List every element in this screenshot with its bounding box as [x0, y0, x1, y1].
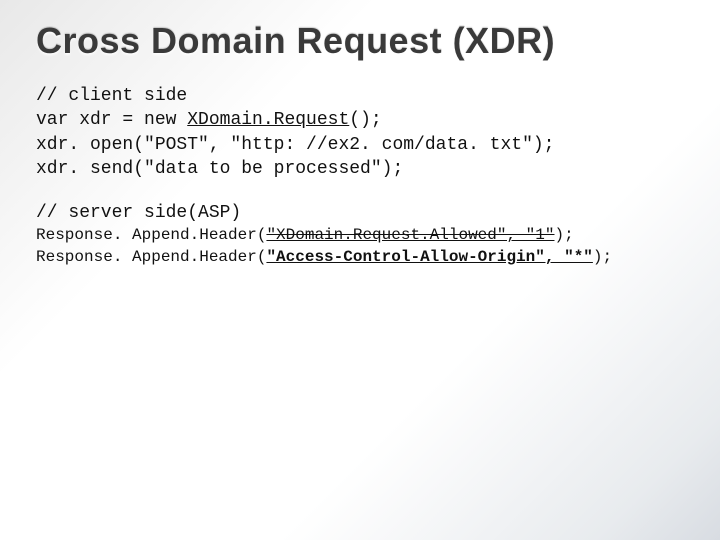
server-line-1a: Response. Append.Header( — [36, 226, 266, 244]
server-line-1c: ); — [554, 226, 573, 244]
server-code-block: Response. Append.Header("XDomain.Request… — [36, 225, 684, 268]
client-code-block: // client side var xdr = new XDomain.Req… — [36, 84, 684, 181]
server-heading: // server side(ASP) — [36, 203, 684, 223]
client-line-2a: var xdr = new — [36, 110, 187, 130]
server-line-2b: "Access-Control-Allow-Origin", "*" — [266, 248, 592, 266]
client-line-3: xdr. open("POST", "http: //ex2. com/data… — [36, 135, 554, 155]
client-line-2c: (); — [349, 110, 381, 130]
server-line-1b: "XDomain.Request.Allowed", "1" — [266, 226, 554, 244]
client-line-4: xdr. send("data to be processed"); — [36, 159, 403, 179]
client-line-1: // client side — [36, 86, 187, 106]
server-line-2a: Response. Append.Header( — [36, 248, 266, 266]
slide-title: Cross Domain Request (XDR) — [36, 20, 684, 62]
server-line-2c: ); — [593, 248, 612, 266]
client-line-2b: XDomain.Request — [187, 110, 349, 130]
